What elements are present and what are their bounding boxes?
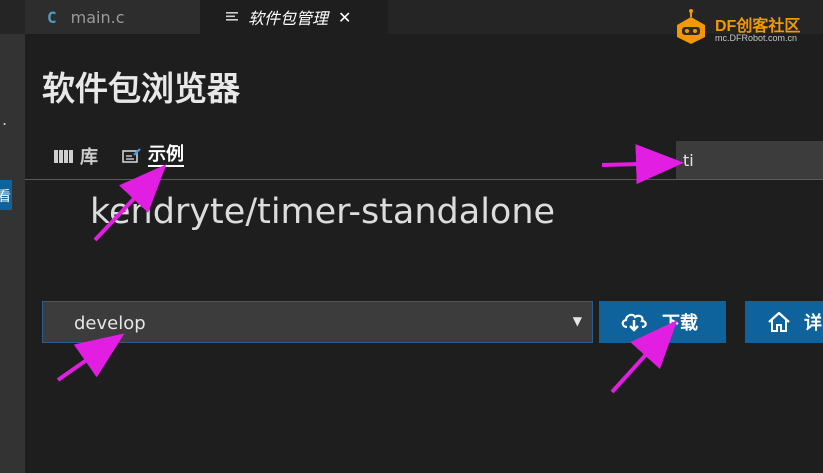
document-icon	[226, 12, 238, 21]
version-select-value: develop	[74, 313, 146, 334]
download-button-label: 下载	[662, 313, 698, 334]
dfrobot-logo: DF创客社区 mc.DFRobot.com.cn	[672, 8, 822, 48]
activity-dot: .	[2, 110, 8, 129]
detail-button-label: 详	[804, 313, 822, 334]
example-icon	[122, 148, 141, 163]
robot-icon	[677, 9, 705, 44]
tab-package-manager[interactable]: 软件包管理 ✕	[200, 0, 388, 34]
c-file-icon: C	[47, 7, 57, 27]
library-icon	[54, 150, 73, 163]
close-icon[interactable]: ✕	[338, 8, 351, 27]
tab-examples-label: 示例	[148, 144, 184, 167]
arrow-to-search-input	[601, 144, 684, 185]
arrow-to-version-select	[56, 333, 125, 382]
tab-examples[interactable]: 示例	[122, 145, 184, 167]
page-title: 软件包浏览器	[42, 69, 240, 108]
tab-library-label: 库	[80, 147, 98, 168]
search-input[interactable]	[676, 141, 823, 179]
divider	[25, 179, 823, 180]
tab-main-c[interactable]: C main.c	[25, 0, 200, 34]
activity-bar: . 看	[0, 34, 25, 473]
tab-label: main.c	[70, 7, 125, 27]
home-icon	[768, 312, 790, 332]
tab-library[interactable]: 库	[54, 143, 98, 169]
chevron-down-icon: ▼	[572, 314, 582, 328]
tab-label: 软件包管理	[248, 9, 329, 28]
cloud-download-icon	[621, 313, 647, 332]
version-select[interactable]: develop ▼	[42, 301, 593, 343]
package-name: kendryte/timer-standalone	[90, 192, 556, 232]
logo-url: mc.DFRobot.com.cn	[715, 33, 798, 43]
detail-button[interactable]: 详	[745, 301, 823, 343]
package-subtabs: 库 示例	[54, 142, 208, 170]
activity-chip[interactable]: 看	[0, 180, 12, 210]
download-button[interactable]: 下载	[599, 301, 726, 343]
activity-chip-label: 看	[0, 189, 11, 205]
